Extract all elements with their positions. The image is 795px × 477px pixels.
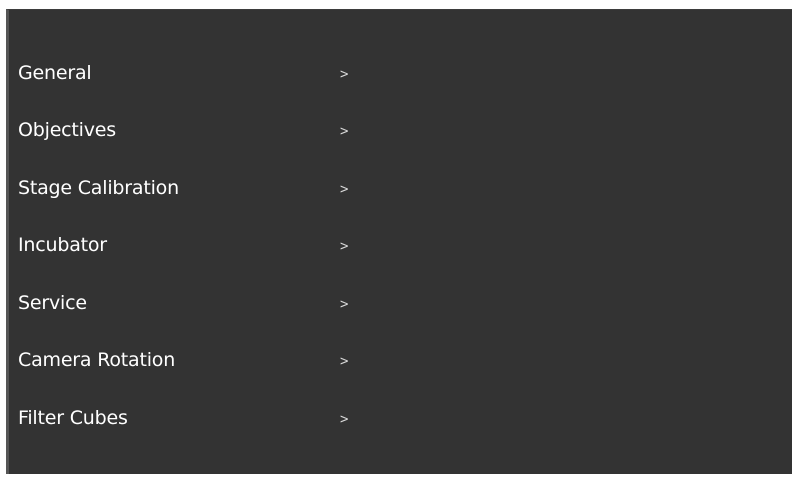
chevron-right-icon: >	[340, 411, 349, 428]
menu-item-filter-cubes[interactable]: Filter Cubes >	[9, 389, 369, 447]
menu-item-label: General	[18, 61, 92, 84]
menu-item-objectives[interactable]: Objectives >	[9, 102, 369, 160]
settings-menu: General > Objectives > Stage Calibration…	[9, 44, 369, 447]
menu-item-service[interactable]: Service >	[9, 274, 369, 332]
chevron-right-icon: >	[340, 296, 349, 313]
chevron-right-icon: >	[340, 353, 349, 370]
menu-item-label: Camera Rotation	[18, 349, 176, 372]
chevron-right-icon: >	[340, 123, 349, 140]
menu-item-general[interactable]: General >	[9, 44, 369, 102]
chevron-right-icon: >	[340, 66, 349, 83]
settings-panel: General > Objectives > Stage Calibration…	[6, 9, 792, 474]
menu-item-stage-calibration[interactable]: Stage Calibration >	[9, 159, 369, 217]
chevron-right-icon: >	[340, 181, 349, 198]
window-frame: General > Objectives > Stage Calibration…	[0, 0, 795, 477]
chevron-right-icon: >	[340, 238, 349, 255]
menu-item-incubator[interactable]: Incubator >	[9, 217, 369, 275]
menu-item-label: Filter Cubes	[18, 406, 128, 429]
menu-item-label: Service	[18, 291, 87, 314]
menu-item-camera-rotation[interactable]: Camera Rotation >	[9, 332, 369, 390]
menu-item-label: Objectives	[18, 119, 116, 142]
menu-item-label: Incubator	[18, 234, 107, 257]
menu-item-label: Stage Calibration	[18, 176, 179, 199]
